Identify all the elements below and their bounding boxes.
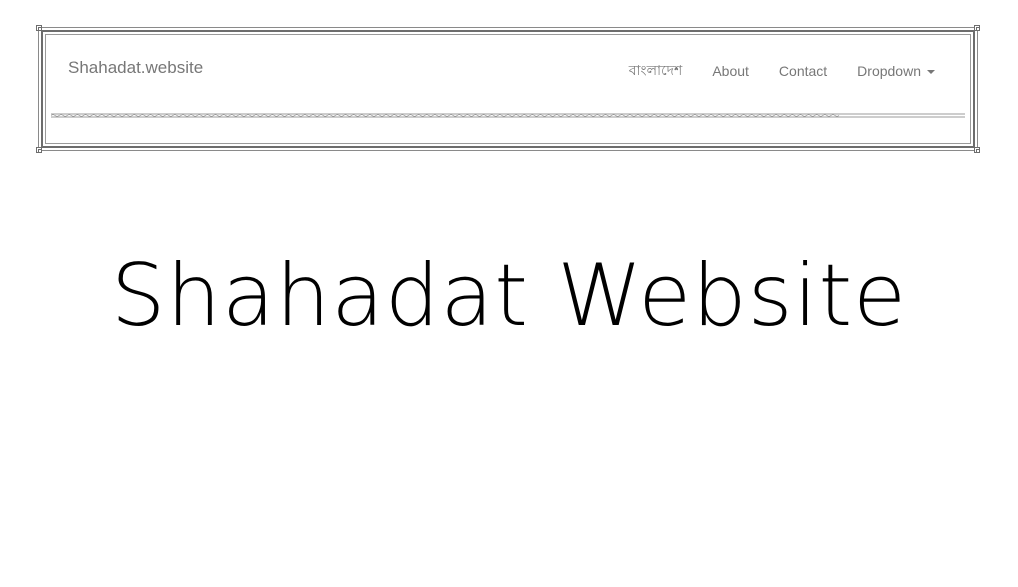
brand-link[interactable]: Shahadat.website bbox=[68, 58, 203, 78]
decorative-divider bbox=[51, 113, 965, 118]
dropdown-label: Dropdown bbox=[857, 63, 921, 79]
corner-ornament bbox=[974, 25, 980, 31]
nav-item-contact[interactable]: Contact bbox=[764, 63, 842, 79]
navbar: Shahadat.website বাংলাদেশ About Contact … bbox=[36, 25, 980, 153]
corner-ornament bbox=[974, 147, 980, 153]
nav-item-dropdown[interactable]: Dropdown bbox=[842, 63, 935, 79]
nav-item-bangladesh[interactable]: বাংলাদেশ bbox=[614, 59, 698, 83]
page: Shahadat.website বাংলাদেশ About Contact … bbox=[0, 0, 1018, 587]
nav-item-about[interactable]: About bbox=[697, 63, 764, 79]
caret-down-icon bbox=[927, 70, 935, 75]
hero-title: Shahadat Website bbox=[110, 246, 908, 346]
corner-ornament bbox=[36, 147, 42, 153]
corner-ornament bbox=[36, 25, 42, 31]
nav-menu: বাংলাদেশ About Contact Dropdown bbox=[614, 59, 935, 83]
navbar-border bbox=[41, 30, 975, 148]
